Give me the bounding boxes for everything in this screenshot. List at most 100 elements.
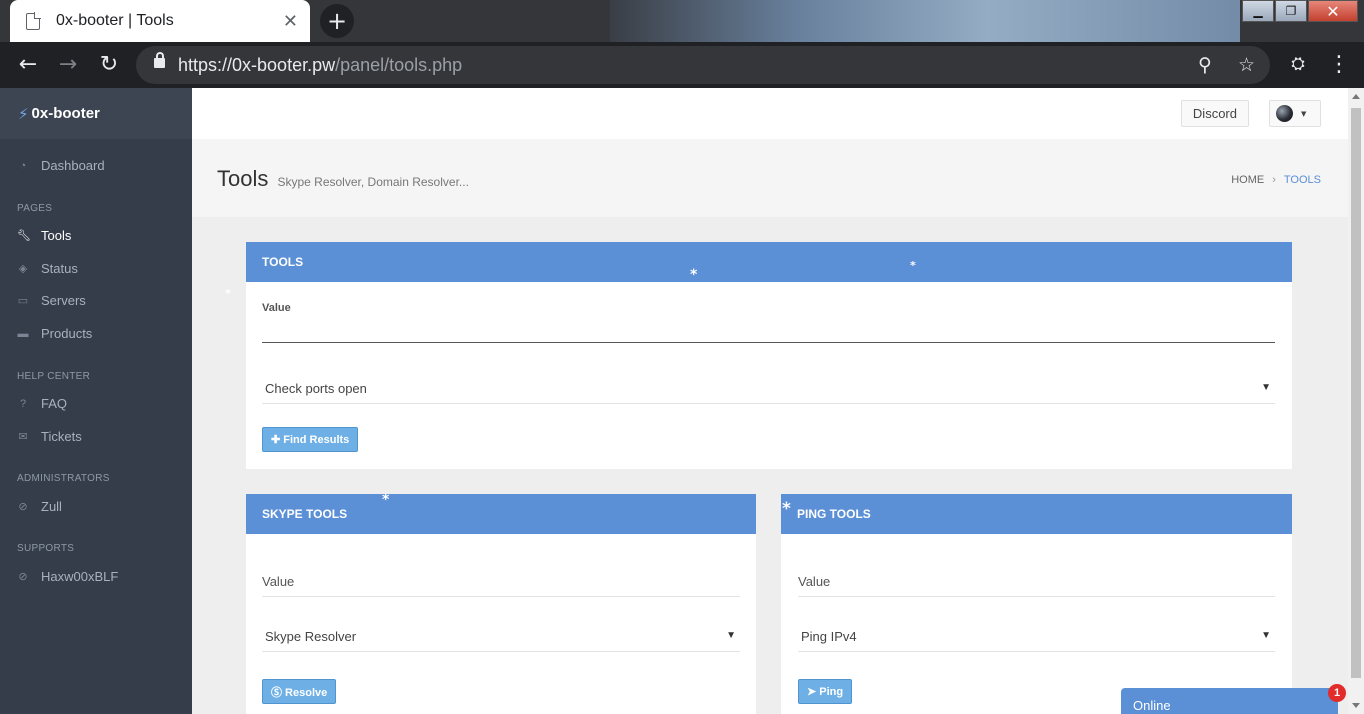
sidebar-item-label: Status bbox=[41, 261, 78, 276]
main-content: Discord ▼ Tools Skype Resolver, Domain R… bbox=[192, 88, 1348, 714]
sidebar-item-dashboard[interactable]: ◔ Dashboard bbox=[17, 158, 105, 173]
envelope-icon: ✉ bbox=[18, 431, 28, 443]
sidebar-item-label: FAQ bbox=[41, 396, 68, 411]
bolt-icon: ⚡ bbox=[18, 104, 29, 123]
caret-down-icon: ▼ bbox=[1301, 109, 1307, 118]
ping-tool-select[interactable]: Ping IPv4 ▼ bbox=[798, 622, 1275, 652]
tool-select[interactable]: Check ports open ▼ bbox=[262, 374, 1275, 404]
url-input[interactable]: https://0x-booter.pw/panel/tools.php ⚲ ☆ bbox=[136, 46, 1270, 84]
window-controls: ▁ ❐ ✕ bbox=[1241, 0, 1358, 22]
dropdown-arrow-icon: ▼ bbox=[1261, 630, 1271, 641]
sidebar-item-haxw00xblf[interactable]: ⊘ Haxw00xBLF bbox=[17, 569, 118, 584]
minimize-button[interactable]: ▁ bbox=[1242, 0, 1274, 22]
new-tab-button[interactable]: + bbox=[320, 4, 354, 38]
brand[interactable]: ⚡ 0x-booter bbox=[0, 88, 192, 139]
page-subtitle: Skype Resolver, Domain Resolver... bbox=[277, 175, 469, 189]
page-header: Tools Skype Resolver, Domain Resolver...… bbox=[192, 139, 1348, 217]
scroll-down-icon[interactable] bbox=[1352, 703, 1360, 708]
credit-card-icon: ▬ bbox=[17, 327, 29, 340]
maximize-button[interactable]: ❐ bbox=[1275, 0, 1307, 22]
scroll-thumb[interactable] bbox=[1351, 108, 1361, 678]
ping-value-input[interactable] bbox=[798, 567, 1275, 597]
online-chat-widget[interactable]: Online bbox=[1121, 688, 1338, 714]
ping-button[interactable]: ➤ Ping bbox=[798, 679, 853, 704]
tab-close-icon[interactable]: ✕ bbox=[283, 11, 298, 32]
sidebar-item-tickets[interactable]: ✉ Tickets bbox=[17, 429, 82, 444]
zoom-icon[interactable]: ⚲ bbox=[1198, 54, 1212, 76]
dropdown-arrow-icon: ▼ bbox=[1261, 382, 1271, 393]
sidebar-item-label: Tools bbox=[41, 228, 72, 243]
page-icon bbox=[26, 11, 41, 30]
page-scrollbar[interactable] bbox=[1348, 88, 1364, 714]
question-icon: ? bbox=[19, 397, 27, 410]
chevron-right-icon: › bbox=[1272, 174, 1276, 186]
skype-tool-select[interactable]: Skype Resolver ▼ bbox=[262, 622, 740, 652]
url-text: https://0x-booter.pw/panel/tools.php bbox=[178, 55, 462, 76]
dropdown-arrow-icon: ▼ bbox=[726, 630, 736, 641]
content-area: TOOLS Value Check ports open ▼ ✚ Find Re… bbox=[192, 217, 1348, 714]
ping-panel-title: PING TOOLS bbox=[781, 494, 1292, 534]
incognito-icon[interactable]: ⛭ bbox=[1285, 54, 1311, 74]
sidebar-item-zull[interactable]: ⊘ Zull bbox=[17, 499, 62, 514]
browser-tab[interactable]: 0x-booter | Tools ✕ bbox=[10, 0, 310, 42]
sidebar-item-label: Zull bbox=[41, 499, 62, 514]
lock-icon bbox=[154, 52, 165, 68]
chat-notification-badge: 1 bbox=[1328, 684, 1346, 702]
tab-title: 0x-booter | Tools bbox=[56, 12, 174, 29]
skype-panel-title: SKYPE TOOLS bbox=[246, 494, 756, 534]
page-title-text: Tools bbox=[217, 166, 269, 191]
scroll-up-icon[interactable] bbox=[1352, 94, 1360, 99]
section-supports: SUPPORTS bbox=[17, 543, 75, 554]
bookmark-star-icon[interactable]: ☆ bbox=[1238, 54, 1255, 76]
find-results-button[interactable]: ✚ Find Results bbox=[262, 427, 359, 452]
browser-tabbar: 0x-booter | Tools ✕ + ▁ ❐ ✕ bbox=[0, 0, 1364, 42]
user-menu-button[interactable]: ▼ bbox=[1269, 100, 1321, 127]
tabbar-background bbox=[610, 0, 1240, 42]
ban-icon: ⊘ bbox=[18, 571, 28, 583]
snowflake-icon: * bbox=[910, 259, 916, 272]
value-input[interactable] bbox=[262, 319, 1275, 343]
ping-select-value: Ping IPv4 bbox=[801, 629, 857, 644]
url-path: /panel/tools.php bbox=[335, 55, 463, 75]
page-title: Tools Skype Resolver, Domain Resolver... bbox=[217, 166, 469, 192]
wrench-icon: 🔧︎ bbox=[17, 230, 31, 242]
snowflake-icon: * bbox=[690, 267, 698, 283]
sidebar-item-label: Products bbox=[41, 326, 93, 341]
close-window-button[interactable]: ✕ bbox=[1308, 0, 1358, 22]
sidebar-item-label: Tickets bbox=[41, 429, 82, 444]
ban-icon: ⊘ bbox=[18, 501, 28, 513]
sidebar-item-label: Dashboard bbox=[41, 158, 105, 173]
layers-icon: ◈ bbox=[18, 263, 28, 275]
discord-button[interactable]: Discord bbox=[1180, 100, 1249, 127]
tools-panel-title: TOOLS bbox=[246, 242, 1292, 282]
snowflake-icon: * bbox=[225, 287, 231, 300]
ping-tools-panel: PING TOOLS Ping IPv4 ▼ ➤ Ping bbox=[781, 494, 1292, 714]
gauge-icon: ◔ bbox=[19, 159, 27, 172]
skype-value-input[interactable] bbox=[262, 567, 740, 597]
tools-panel: TOOLS Value Check ports open ▼ ✚ Find Re… bbox=[246, 242, 1292, 469]
brand-name: 0x-booter bbox=[31, 105, 100, 122]
snowflake-icon: * bbox=[382, 492, 390, 508]
forward-icon[interactable]: → bbox=[55, 52, 81, 77]
snowflake-icon: * bbox=[782, 499, 791, 519]
breadcrumb-current: TOOLS bbox=[1283, 174, 1321, 186]
monitor-icon: ▭ bbox=[17, 295, 29, 307]
sidebar-item-products[interactable]: ▬ Products bbox=[17, 326, 93, 341]
value-label: Value bbox=[262, 302, 291, 314]
section-administrators: ADMINISTRATORS bbox=[17, 473, 110, 484]
section-help-center: HELP CENTER bbox=[17, 371, 91, 382]
sidebar-item-tools[interactable]: 🔧︎ Tools bbox=[17, 228, 71, 243]
url-host: https://0x-booter.pw bbox=[178, 55, 336, 75]
sidebar-item-servers[interactable]: ▭ Servers bbox=[17, 293, 86, 308]
resolve-button[interactable]: Ⓢ Resolve bbox=[262, 679, 337, 704]
section-pages: PAGES bbox=[17, 203, 53, 214]
back-icon[interactable]: ← bbox=[15, 52, 41, 77]
reload-icon[interactable]: ↻ bbox=[96, 52, 122, 77]
skype-select-value: Skype Resolver bbox=[265, 629, 357, 644]
sidebar-item-faq[interactable]: ? FAQ bbox=[17, 396, 67, 411]
menu-icon[interactable]: ⋮ bbox=[1326, 52, 1352, 77]
address-bar: ← → ↻ https://0x-booter.pw/panel/tools.p… bbox=[0, 42, 1364, 88]
breadcrumb-home[interactable]: HOME bbox=[1231, 174, 1264, 186]
sidebar-item-status[interactable]: ◈ Status bbox=[17, 261, 78, 276]
sidebar: ⚡ 0x-booter ◔ Dashboard PAGES 🔧︎ Tools ◈… bbox=[0, 88, 192, 714]
